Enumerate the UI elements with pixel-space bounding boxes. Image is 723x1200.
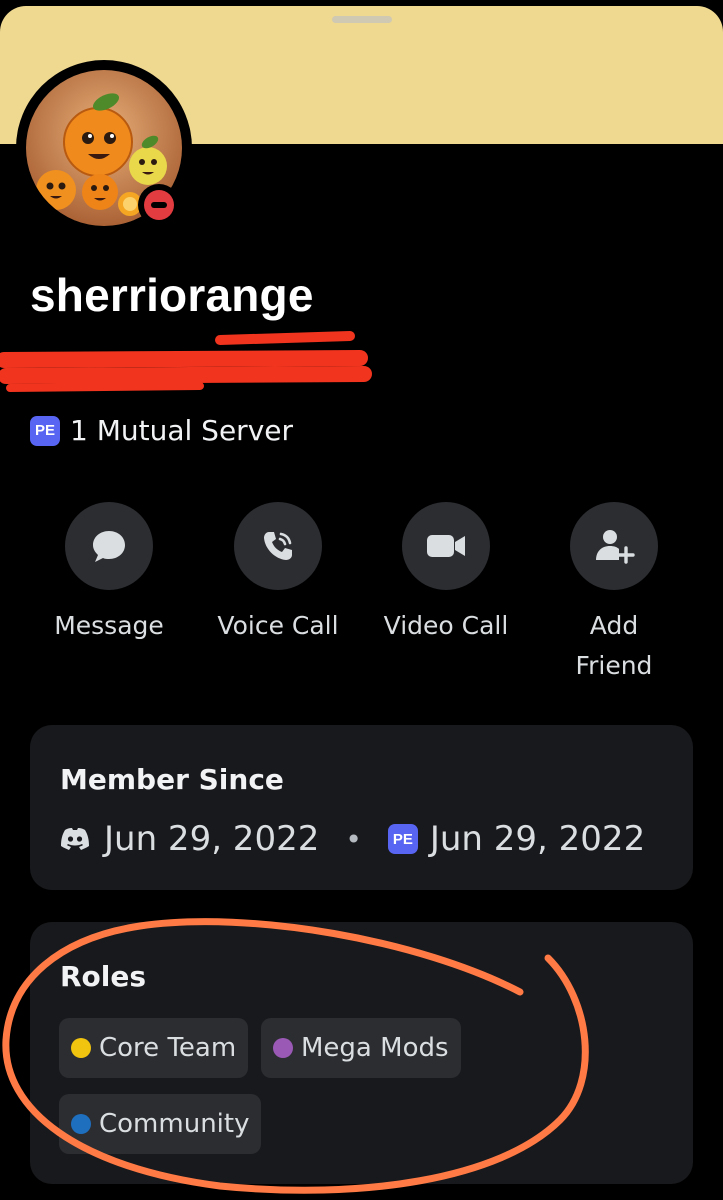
server-join-date: Jun 29, 2022: [429, 819, 646, 859]
profile-username: sherriorange: [30, 269, 314, 321]
profile-actions: Message Voice Call Video Call Add Friend: [0, 502, 723, 692]
discord-logo-icon: [61, 828, 89, 850]
roles-title: Roles: [60, 960, 147, 993]
discord-join-date: Jun 29, 2022: [104, 819, 320, 859]
role-label: Mega Mods: [301, 1033, 449, 1063]
role-chip-core-team[interactable]: Core Team: [59, 1018, 249, 1078]
dnd-status-icon: [138, 184, 180, 226]
role-chip-mega-mods[interactable]: Mega Mods: [261, 1018, 461, 1078]
message-label: Message: [54, 611, 164, 640]
voice-call-label: Voice Call: [217, 611, 339, 640]
video-call-label: Video Call: [383, 611, 509, 640]
phone-icon: [264, 532, 292, 560]
mutual-servers[interactable]: PE 1 Mutual Server: [30, 414, 293, 447]
date-separator: •: [345, 822, 362, 856]
voice-call-button[interactable]: Voice Call: [193, 502, 363, 646]
roles-card: Roles Core Team Mega Mods Community: [30, 922, 693, 1184]
role-color-dot: [273, 1038, 293, 1058]
role-label: Core Team: [99, 1033, 237, 1063]
profile-sheet: sherriorange PE 1 Mutual Server Message: [0, 6, 723, 1200]
role-chip-community[interactable]: Community: [59, 1094, 262, 1154]
message-button[interactable]: Message: [24, 502, 194, 646]
role-color-dot: [71, 1114, 91, 1134]
member-since-card: Member Since Jun 29, 2022 • PE Jun 29, 2…: [30, 725, 693, 890]
video-call-button[interactable]: Video Call: [361, 502, 531, 646]
add-friend-label: Add Friend: [575, 611, 653, 680]
message-bubble-icon: [93, 531, 125, 562]
add-friend-icon: [596, 530, 635, 564]
server-pe-icon: PE: [387, 824, 418, 854]
mutual-servers-label: 1 Mutual Server: [70, 414, 294, 447]
redaction-scribble: [0, 331, 372, 392]
server-pe-icon: PE: [30, 415, 60, 446]
role-color-dot: [71, 1038, 91, 1058]
video-camera-icon: [427, 535, 465, 557]
add-friend-button[interactable]: Add Friend: [529, 502, 699, 686]
member-since-title: Member Since: [60, 763, 284, 796]
role-label: Community: [99, 1109, 250, 1139]
drag-handle[interactable]: [332, 16, 392, 23]
member-since-row: Jun 29, 2022 • PE Jun 29, 2022: [60, 819, 645, 859]
